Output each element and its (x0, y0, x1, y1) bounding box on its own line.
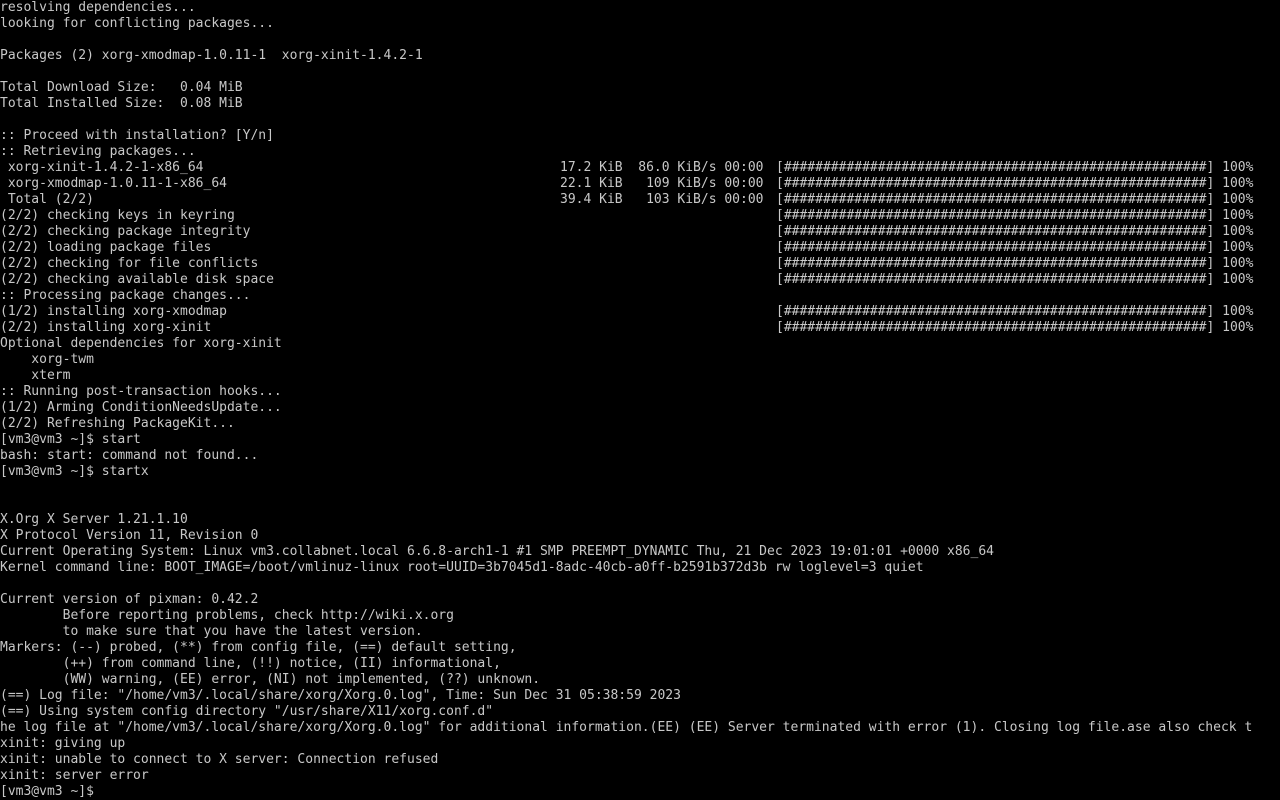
line-label: (1/2) installing xorg-xmodmap (0, 304, 227, 319)
line-label: (2/2) checking for file conflicts (0, 256, 259, 271)
terminal-line: xinit: giving up (0, 736, 126, 751)
line-label: (2/2) installing xorg-xinit (0, 320, 212, 335)
progress-bar: [#######################################… (776, 256, 1254, 271)
terminal-line: looking for conflicting packages... (0, 16, 274, 31)
line-label: (2/2) checking available disk space (0, 272, 274, 287)
line-label: (2/2) checking keys in keyring (0, 208, 235, 223)
terminal-line: Current version of pixman: 0.42.2 (0, 592, 259, 607)
progress-bar: [#######################################… (776, 160, 1254, 175)
terminal-line: (==) Log file: "/home/vm3/.local/share/x… (0, 688, 681, 703)
progress-bar: [#######################################… (776, 240, 1254, 255)
terminal-line: (WW) warning, (EE) error, (NI) not imple… (0, 672, 541, 687)
terminal-line: X.Org X Server 1.21.1.10 (0, 512, 188, 527)
progress-bar: [#######################################… (776, 176, 1254, 191)
progress-bar: [#######################################… (776, 192, 1254, 207)
terminal-line: X Protocol Version 11, Revision 0 (0, 528, 259, 543)
terminal-line: (2/2) Refreshing PackageKit... (0, 416, 235, 431)
terminal-line: [vm3@vm3 ~]$ start (0, 432, 141, 447)
terminal-line: he log file at "/home/vm3/.local/share/x… (0, 720, 1253, 735)
terminal-line: bash: start: command not found... (0, 448, 259, 463)
terminal-line: Total Download Size: 0.04 MiB (0, 80, 243, 95)
terminal-line: Before reporting problems, check http://… (0, 608, 454, 623)
line-label: Total (2/2) (0, 192, 94, 207)
progress-bar: [#######################################… (776, 304, 1254, 319)
terminal-line: Markers: (--) probed, (**) from config f… (0, 640, 517, 655)
terminal-line: xinit: server error (0, 768, 149, 783)
terminal-line: xinit: unable to connect to X server: Co… (0, 752, 439, 767)
terminal-line: xterm (0, 368, 71, 383)
progress-bar: [#######################################… (776, 320, 1254, 335)
terminal-line: to make sure that you have the latest ve… (0, 624, 423, 639)
progress-bar: [#######################################… (776, 208, 1254, 223)
progress-bar: [#######################################… (776, 224, 1254, 239)
terminal-line: (==) Using system config directory "/usr… (0, 704, 494, 719)
line-label: (2/2) checking package integrity (0, 224, 251, 239)
terminal-line: Packages (2) xorg-xmodmap-1.0.11-1 xorg-… (0, 48, 423, 63)
terminal-line: Current Operating System: Linux vm3.coll… (0, 544, 994, 559)
terminal-screen[interactable]: resolving dependencies... looking for con… (0, 0, 1280, 800)
progress-bar: [#######################################… (776, 272, 1254, 287)
line-label: xorg-xinit-1.4.2-1-x86_64 (0, 160, 204, 175)
transfer-stats: 39.4 KiB 103 KiB/s 00:00 (560, 192, 764, 207)
terminal-line: :: Retrieving packages... (0, 144, 196, 159)
terminal-line: [vm3@vm3 ~]$ startx (0, 464, 149, 479)
line-label: (2/2) loading package files (0, 240, 212, 255)
shell-prompt[interactable]: [vm3@vm3 ~]$ (0, 784, 102, 800)
terminal-line: :: Processing package changes... (0, 288, 251, 303)
line-label: xorg-xmodmap-1.0.11-1-x86_64 (0, 176, 227, 191)
terminal-line: Optional dependencies for xorg-xinit (0, 336, 282, 351)
terminal-line: resolving dependencies... (0, 0, 196, 15)
terminal-line: Kernel command line: BOOT_IMAGE=/boot/vm… (0, 560, 924, 575)
terminal-line: (++) from command line, (!!) notice, (II… (0, 656, 501, 671)
transfer-stats: 22.1 KiB 109 KiB/s 00:00 (560, 176, 764, 191)
terminal-line: (1/2) Arming ConditionNeedsUpdate... (0, 400, 282, 415)
transfer-stats: 17.2 KiB 86.0 KiB/s 00:00 (560, 160, 764, 175)
terminal-line: :: Running post-transaction hooks... (0, 384, 282, 399)
terminal-line: Total Installed Size: 0.08 MiB (0, 96, 243, 111)
terminal-line: :: Proceed with installation? [Y/n] (0, 128, 274, 143)
terminal-line: xorg-twm (0, 352, 94, 367)
